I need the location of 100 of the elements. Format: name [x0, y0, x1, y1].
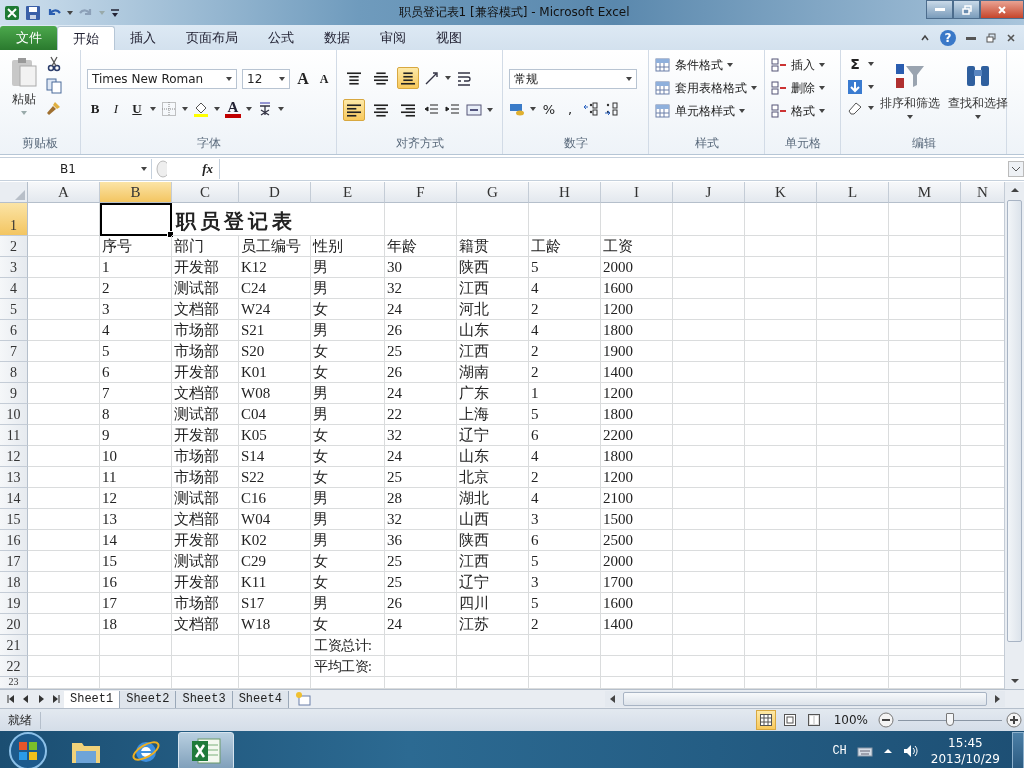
row-header[interactable]: 20	[0, 614, 28, 635]
previous-sheet-icon[interactable]	[21, 694, 31, 704]
customize-toolbar-icon[interactable]	[110, 7, 120, 18]
comma-button[interactable]: ,	[562, 99, 578, 119]
row-header[interactable]: 9	[0, 383, 28, 404]
shrink-font-button[interactable]: A	[316, 69, 332, 89]
ribbon-tab[interactable]: 文件	[0, 26, 57, 50]
row-header[interactable]: 8	[0, 362, 28, 383]
find-select-button[interactable]: 查找和选择	[946, 54, 1010, 119]
sort-filter-button[interactable]: 排序和筛选	[878, 54, 942, 119]
active-cell[interactable]	[100, 203, 172, 236]
row-header[interactable]: 7	[0, 341, 28, 362]
row-header[interactable]: 22	[0, 656, 28, 677]
font-style-button[interactable]: U	[129, 99, 145, 119]
left-arrow-icon[interactable]	[608, 694, 618, 704]
column-header[interactable]: N	[961, 182, 1004, 203]
ribbon-tab[interactable]: 审阅	[365, 26, 421, 50]
font-size-field[interactable]: 12	[242, 69, 290, 89]
row-header[interactable]: 18	[0, 572, 28, 593]
styles-menu-button[interactable]: 条件格式	[655, 56, 760, 74]
column-header[interactable]: B	[100, 182, 172, 203]
vertical-scrollbar[interactable]	[1004, 182, 1024, 689]
wrap-text-icon[interactable]	[456, 70, 472, 86]
zoom-level[interactable]: 100%	[827, 713, 874, 727]
name-box[interactable]: B1	[0, 159, 152, 179]
column-header[interactable]: F	[385, 182, 457, 203]
fill-down-icon[interactable]	[847, 79, 863, 95]
font-style-button[interactable]: I	[108, 99, 124, 119]
insert-function-button[interactable]: fx	[170, 159, 220, 179]
ribbon-tab[interactable]: 数据	[309, 26, 365, 50]
ribbon-tab[interactable]: 页面布局	[171, 26, 253, 50]
normal-view-button[interactable]	[755, 710, 776, 730]
ribbon-tab[interactable]: 插入	[115, 26, 171, 50]
column-header[interactable]: H	[529, 182, 601, 203]
column-header[interactable]: M	[889, 182, 961, 203]
decrease-decimal-icon[interactable]	[604, 101, 620, 117]
currency-icon[interactable]	[509, 101, 525, 117]
row-header[interactable]: 5	[0, 299, 28, 320]
expand-icon[interactable]	[1008, 161, 1024, 177]
close-button[interactable]	[980, 0, 1024, 19]
cells-menu-button[interactable]: 删除	[771, 79, 836, 97]
zoom-in-icon[interactable]	[1006, 712, 1022, 728]
minimize-button[interactable]	[926, 0, 953, 19]
clock-date[interactable]: 2013/10/29	[930, 751, 1000, 767]
minimize-icon[interactable]	[966, 36, 976, 40]
row-header[interactable]: 21	[0, 635, 28, 656]
row-header[interactable]: 19	[0, 593, 28, 614]
column-header[interactable]: L	[817, 182, 889, 203]
percent-button[interactable]: %	[541, 99, 557, 119]
down-arrow-icon[interactable]	[1009, 676, 1020, 686]
orientation-icon[interactable]	[424, 70, 440, 86]
row-header[interactable]: 13	[0, 467, 28, 488]
sheet-tab[interactable]: Sheet1	[64, 690, 121, 708]
font-color-button[interactable]: A	[225, 100, 241, 118]
styles-menu-button[interactable]: 单元格样式	[655, 102, 760, 120]
next-sheet-icon[interactable]	[36, 694, 46, 704]
fill-color-icon[interactable]	[193, 101, 209, 117]
autosum-button[interactable]: Σ	[847, 54, 863, 74]
save-icon[interactable]	[25, 4, 41, 21]
cells-menu-button[interactable]: 格式	[771, 102, 836, 120]
taskbar-app-button[interactable]	[178, 732, 234, 768]
row-header[interactable]: 14	[0, 488, 28, 509]
cells-menu-button[interactable]: 插入	[771, 56, 836, 74]
row-header[interactable]: 11	[0, 425, 28, 446]
zoom-out-icon[interactable]	[878, 712, 894, 728]
column-header[interactable]: A	[28, 182, 100, 203]
slider-thumb[interactable]	[946, 713, 954, 726]
scissors-icon[interactable]	[46, 56, 62, 72]
row-header[interactable]: 17	[0, 551, 28, 572]
row-header[interactable]: 16	[0, 530, 28, 551]
phonetic-icon[interactable]	[257, 101, 273, 117]
first-sheet-icon[interactable]	[6, 694, 16, 704]
show-hidden-icons-icon[interactable]	[882, 746, 893, 756]
help-button[interactable]: ?	[940, 30, 956, 46]
copy-icon[interactable]	[46, 78, 62, 94]
column-header[interactable]: I	[601, 182, 673, 203]
input-language[interactable]: CH	[832, 744, 847, 758]
column-header[interactable]: J	[673, 182, 745, 203]
column-header[interactable]: D	[239, 182, 311, 203]
sheet-tab[interactable]: Sheet3	[176, 690, 233, 708]
align-button[interactable]	[343, 99, 365, 121]
paste-button[interactable]: 粘贴	[6, 54, 42, 117]
restore-icon[interactable]	[986, 33, 996, 43]
collapse-ribbon-icon[interactable]	[920, 33, 930, 43]
caret-icon[interactable]	[67, 10, 73, 15]
ribbon-tab[interactable]: 公式	[253, 26, 309, 50]
eraser-icon[interactable]	[847, 100, 863, 116]
brush-icon[interactable]	[46, 100, 62, 116]
horizontal-scrollbar[interactable]	[605, 691, 1005, 707]
last-sheet-icon[interactable]	[51, 694, 61, 704]
row-header[interactable]: 2	[0, 236, 28, 257]
font-name-field[interactable]: Times New Roman	[87, 69, 237, 89]
align-button[interactable]	[397, 67, 419, 89]
restore-button[interactable]	[953, 0, 980, 19]
column-header[interactable]: K	[745, 182, 817, 203]
row-header[interactable]: 23	[0, 677, 28, 689]
row-header[interactable]: 6	[0, 320, 28, 341]
row-header[interactable]: 12	[0, 446, 28, 467]
sheet-tab[interactable]: Sheet4	[232, 690, 289, 708]
row-header[interactable]: 10	[0, 404, 28, 425]
